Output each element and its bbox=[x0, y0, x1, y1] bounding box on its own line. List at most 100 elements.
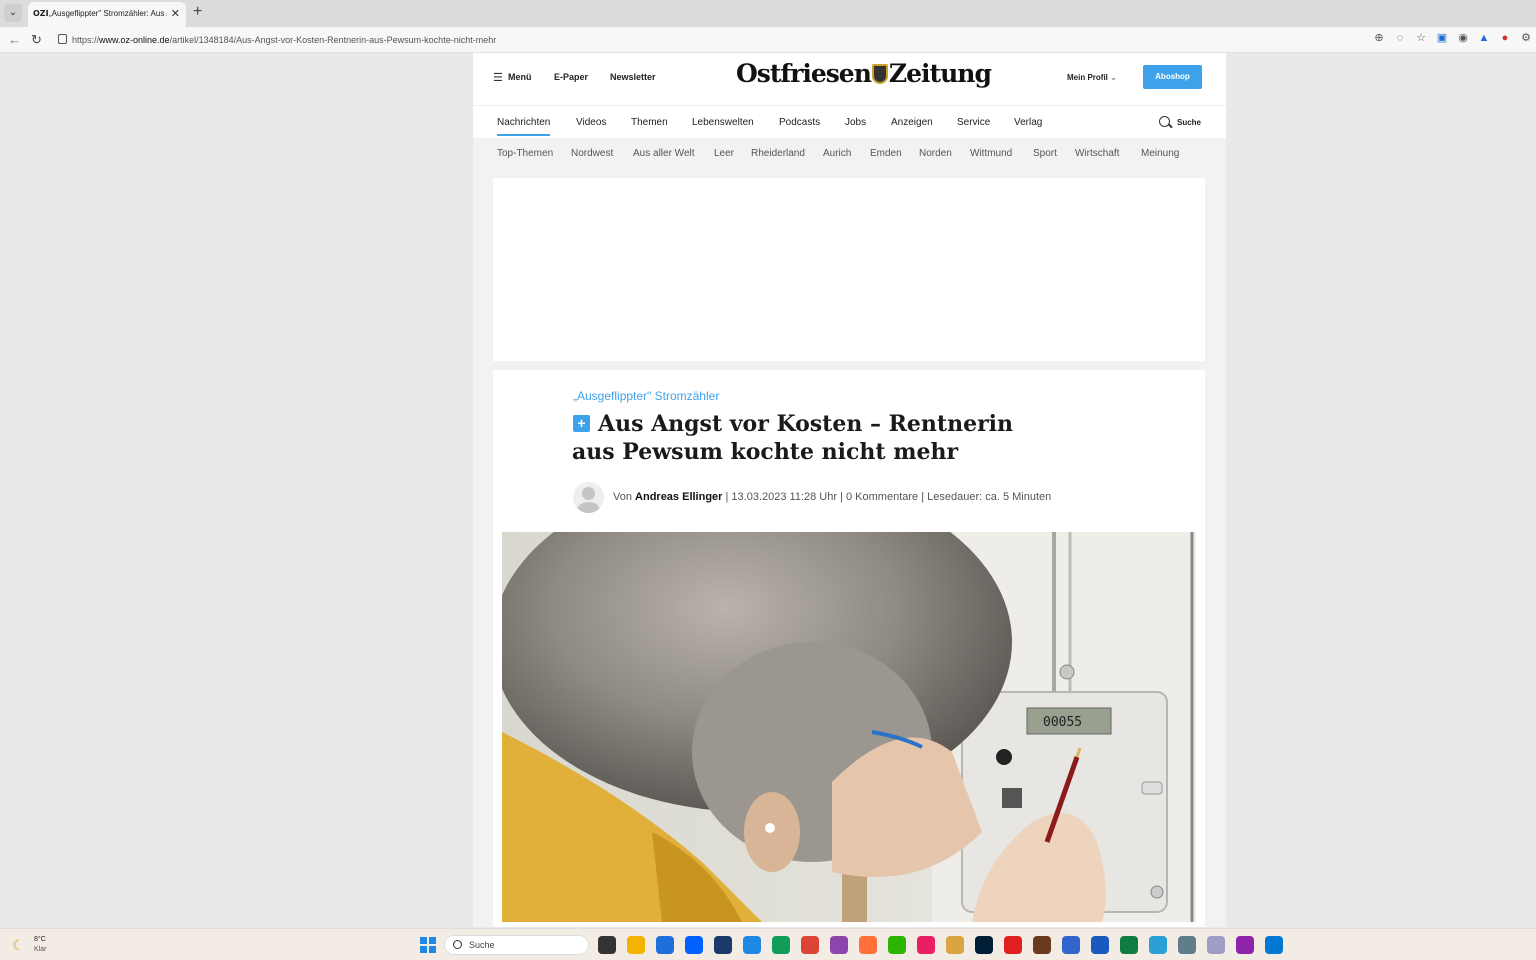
moon-weather-icon[interactable]: ☾ bbox=[12, 937, 25, 954]
subnav-rheiderland[interactable]: Rheiderland bbox=[751, 148, 805, 159]
split-screen-icon[interactable]: ▣ bbox=[1436, 32, 1448, 44]
zoom-icon[interactable]: ⊕ bbox=[1373, 32, 1385, 44]
taskbar-app-icon[interactable] bbox=[1149, 936, 1167, 954]
taskbar-app-icon[interactable] bbox=[888, 936, 906, 954]
extension-red-icon[interactable]: ● bbox=[1499, 32, 1511, 44]
nav-podcasts[interactable]: Podcasts bbox=[779, 117, 820, 128]
menu-link[interactable]: Menü bbox=[508, 72, 532, 82]
taskbar-app-icon[interactable] bbox=[1033, 936, 1051, 954]
nav-videos[interactable]: Videos bbox=[576, 117, 606, 128]
tab-title: „Ausgeflippter" Stromzähler: Aus / bbox=[49, 9, 167, 18]
subnav-sport[interactable]: Sport bbox=[1033, 148, 1057, 159]
meter-reading: 00055 bbox=[1043, 715, 1082, 730]
profile-menu[interactable]: Mein Profil ⌄ bbox=[1067, 73, 1117, 82]
taskbar-app-icon[interactable] bbox=[975, 936, 993, 954]
web-page: ☰ Menü E-Paper Newsletter Ostfriesen Zeit… bbox=[473, 53, 1226, 927]
site-logo[interactable]: Ostfriesen Zeitung bbox=[736, 59, 992, 88]
taskbar-search-label: Suche bbox=[469, 940, 495, 950]
browser-toolbar: ← ↻ https://www.oz-online.de/artikel/134… bbox=[0, 27, 1536, 53]
bookmark-star-icon[interactable]: ☆ bbox=[1415, 32, 1427, 44]
reload-icon[interactable]: ↻ bbox=[31, 32, 42, 48]
hamburger-menu-icon[interactable]: ☰ bbox=[493, 71, 503, 84]
photo-electricity-meter: 00055 bbox=[502, 532, 1196, 922]
subnav-leer[interactable]: Leer bbox=[714, 148, 734, 159]
article-byline: Von Andreas Ellinger | 13.03.2023 11:28 … bbox=[613, 491, 1052, 503]
taskbar-app-icon[interactable] bbox=[1265, 936, 1283, 954]
nav-lebenswelten[interactable]: Lebenswelten bbox=[692, 117, 754, 128]
taskbar-app-icon[interactable] bbox=[859, 936, 877, 954]
taskbar-app-icon[interactable] bbox=[1207, 936, 1225, 954]
author-link[interactable]: Andreas Ellinger bbox=[635, 491, 722, 503]
lock-icon bbox=[58, 34, 67, 44]
newsletter-link[interactable]: Newsletter bbox=[610, 72, 656, 82]
article-meta: | 13.03.2023 11:28 Uhr | 0 Kommentare | … bbox=[725, 491, 1052, 503]
tab-list-chevron-icon[interactable]: ⌄ bbox=[4, 4, 22, 22]
article-photo: 00055 bbox=[502, 532, 1196, 922]
search-icon[interactable] bbox=[1159, 116, 1170, 127]
search-icon bbox=[453, 940, 462, 949]
subnav-aus-aller-welt[interactable]: Aus aller Welt bbox=[633, 148, 695, 159]
taskbar-app-icon[interactable] bbox=[1091, 936, 1109, 954]
taskbar-app-icon[interactable] bbox=[743, 936, 761, 954]
article-headline: Aus Angst vor Kosten – Rentnerin aus Pew… bbox=[572, 411, 1014, 465]
weather-temperature: 8°C bbox=[34, 936, 46, 943]
search-link[interactable]: Suche bbox=[1177, 118, 1201, 127]
nav-jobs[interactable]: Jobs bbox=[845, 117, 866, 128]
taskbar-app-icon[interactable] bbox=[1120, 936, 1138, 954]
taskbar-app-icon[interactable] bbox=[772, 936, 790, 954]
subnav-emden[interactable]: Emden bbox=[870, 148, 902, 159]
taskbar-search[interactable]: Suche bbox=[444, 935, 589, 955]
subnav-nordwest[interactable]: Nordwest bbox=[571, 148, 613, 159]
sub-navigation: Top-Themen Nordwest Aus aller Welt Leer … bbox=[473, 138, 1226, 170]
taskbar-app-icon[interactable] bbox=[946, 936, 964, 954]
browser-tabbar: ⌄ OZI „Ausgeflippter" Stromzähler: Aus /… bbox=[0, 0, 1536, 27]
crest-icon bbox=[871, 64, 888, 84]
article: „Ausgeflippter" Stromzähler Aus Angst vo… bbox=[493, 370, 1205, 927]
taskbar-app-icon[interactable] bbox=[685, 936, 703, 954]
browser-tab-active[interactable]: OZI „Ausgeflippter" Stromzähler: Aus / ✕ bbox=[28, 2, 186, 27]
taskbar-app-icon[interactable] bbox=[1236, 936, 1254, 954]
nav-anzeigen[interactable]: Anzeigen bbox=[891, 117, 933, 128]
extension-blue-icon[interactable]: ▲ bbox=[1478, 32, 1490, 44]
aboshop-button[interactable]: Aboshop bbox=[1143, 65, 1202, 89]
taskbar-app-icon[interactable] bbox=[830, 936, 848, 954]
subnav-wirtschaft[interactable]: Wirtschaft bbox=[1075, 148, 1119, 159]
settings-gear-icon[interactable]: ⚙ bbox=[1520, 32, 1532, 44]
weather-description: Klar bbox=[34, 946, 47, 953]
taskbar-app-icon[interactable] bbox=[1062, 936, 1080, 954]
main-navigation: Nachrichten Videos Themen Lebenswelten P… bbox=[473, 105, 1226, 138]
subnav-meinung[interactable]: Meinung bbox=[1141, 148, 1179, 159]
subnav-aurich[interactable]: Aurich bbox=[823, 148, 851, 159]
taskbar-app-icon[interactable] bbox=[598, 936, 616, 954]
taskbar-app-icon[interactable] bbox=[917, 936, 935, 954]
taskbar-app-icon[interactable] bbox=[801, 936, 819, 954]
taskbar-app-icon[interactable] bbox=[1004, 936, 1022, 954]
new-tab-icon[interactable]: + bbox=[193, 3, 202, 21]
taskbar-app-icon[interactable] bbox=[1178, 936, 1196, 954]
toolbar-icons: ⊕ ◌ ☆ ▣ ◉ ▲ ● ⚙ bbox=[1373, 32, 1532, 44]
nav-nachrichten[interactable]: Nachrichten bbox=[497, 117, 551, 136]
address-bar[interactable]: https://www.oz-online.de/artikel/1348184… bbox=[52, 31, 1372, 49]
reader-icon[interactable]: ◌ bbox=[1394, 32, 1406, 44]
nav-service[interactable]: Service bbox=[957, 117, 990, 128]
back-arrow-icon[interactable]: ← bbox=[8, 32, 21, 47]
chevron-down-icon: ⌄ bbox=[1110, 73, 1117, 82]
url-text: https://www.oz-online.de/artikel/1348184… bbox=[72, 35, 497, 45]
screenshot-camera-icon[interactable]: ◉ bbox=[1457, 32, 1469, 44]
close-tab-icon[interactable]: ✕ bbox=[171, 7, 180, 20]
author-avatar bbox=[573, 482, 604, 513]
favicon-icon: OZI bbox=[33, 9, 49, 18]
windows-start-icon[interactable] bbox=[420, 937, 436, 953]
taskbar-app-icon[interactable] bbox=[714, 936, 732, 954]
nav-themen[interactable]: Themen bbox=[631, 117, 668, 128]
ad-slot bbox=[493, 178, 1205, 361]
article-kicker[interactable]: „Ausgeflippter" Stromzähler bbox=[573, 389, 719, 403]
nav-verlag[interactable]: Verlag bbox=[1014, 117, 1042, 128]
subnav-top-themen[interactable]: Top-Themen bbox=[497, 148, 553, 159]
taskbar-app-icon[interactable] bbox=[627, 936, 645, 954]
plus-badge-icon: + bbox=[573, 415, 590, 432]
epaper-link[interactable]: E-Paper bbox=[554, 72, 588, 82]
subnav-norden[interactable]: Norden bbox=[919, 148, 952, 159]
taskbar-app-icon[interactable] bbox=[656, 936, 674, 954]
subnav-wittmund[interactable]: Wittmund bbox=[970, 148, 1012, 159]
